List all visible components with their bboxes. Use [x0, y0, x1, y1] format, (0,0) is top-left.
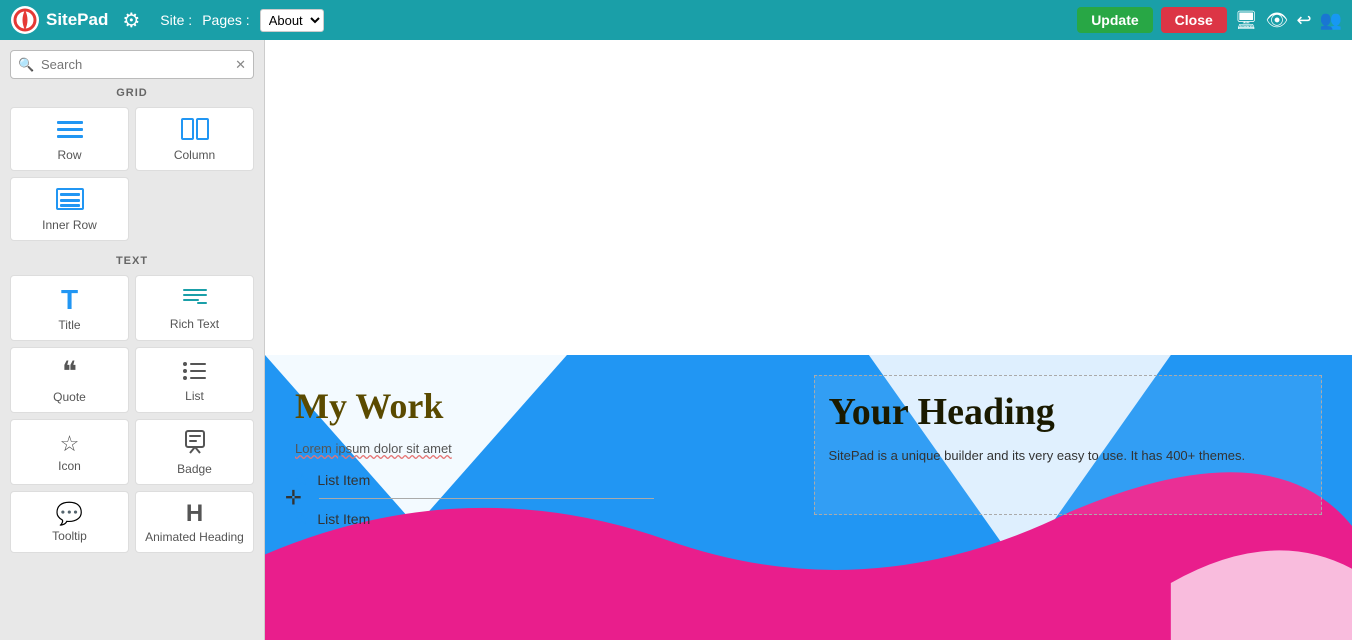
widget-icon-item[interactable]: ☆ Icon — [10, 419, 129, 485]
gear-icon[interactable]: ⚙ — [122, 8, 140, 33]
widget-list[interactable]: List — [135, 347, 254, 413]
search-input[interactable] — [10, 50, 254, 79]
your-heading: Your Heading — [829, 390, 1308, 434]
topbar-actions: Update Close 🖥 👁 ↩ 👥 — [1077, 7, 1342, 33]
widget-title[interactable]: T Title — [10, 275, 129, 341]
widget-column[interactable]: Column — [135, 107, 254, 171]
rich-text-icon — [182, 287, 208, 313]
title-label: Title — [58, 318, 80, 332]
left-column: My Work Lorem ipsum dolor sit amet ★ Lis… — [295, 375, 774, 537]
animated-heading-icon: H — [186, 502, 203, 526]
list-divider — [319, 498, 654, 499]
text-section-label: TEXT — [0, 255, 264, 267]
site-label: Site : — [160, 12, 192, 28]
quote-label: Quote — [53, 390, 86, 404]
grid-section-label: GRID — [0, 87, 264, 99]
canvas-content: My Work Lorem ipsum dolor sit amet ★ Lis… — [265, 355, 1352, 640]
list-label: List — [185, 389, 204, 403]
logo-icon — [10, 5, 40, 35]
search-container: 🔍 ✕ — [10, 50, 254, 79]
canvas-preview: ✛ My Work Lorem ipsum dolor sit amet ★ L… — [265, 355, 1352, 640]
rich-text-label: Rich Text — [170, 317, 219, 331]
pages-label: Pages : — [202, 12, 249, 28]
title-icon: T — [61, 286, 78, 314]
inner-row-label: Inner Row — [42, 218, 97, 232]
inner-row-icon — [56, 188, 84, 214]
pages-select[interactable]: About — [260, 9, 324, 32]
list-item-2-text: List Item — [317, 511, 370, 527]
right-column[interactable]: Your Heading SitePad is a unique builder… — [814, 375, 1323, 515]
widget-inner-row[interactable]: Inner Row — [10, 177, 129, 241]
icon-widget-icon: ☆ — [60, 433, 80, 455]
widget-quote[interactable]: ❝ Quote — [10, 347, 129, 413]
your-heading-text: SitePad is a unique builder and its very… — [829, 446, 1308, 466]
grid-widget-grid: Row Column — [0, 103, 264, 249]
star-icon-2: ★ — [295, 509, 309, 529]
badge-label: Badge — [177, 462, 212, 476]
logo-text: SitePad — [46, 10, 108, 30]
list-item-2: ★ List Item — [295, 509, 774, 529]
topbar: SitePad ⚙ Site : Pages : About Update Cl… — [0, 0, 1352, 40]
search-icon: 🔍 — [18, 57, 34, 73]
users-icon[interactable]: 👥 — [1320, 10, 1342, 31]
widget-tooltip[interactable]: 💬 Tooltip — [10, 491, 129, 553]
widget-rich-text[interactable]: Rich Text — [135, 275, 254, 341]
badge-icon — [184, 430, 206, 458]
row-label: Row — [57, 148, 81, 162]
tooltip-label: Tooltip — [52, 529, 87, 543]
quote-icon: ❝ — [62, 358, 77, 386]
clear-icon[interactable]: ✕ — [235, 57, 246, 73]
logo-area: SitePad — [10, 5, 108, 35]
list-item-1-text: List Item — [317, 472, 370, 488]
close-button[interactable]: Close — [1161, 7, 1227, 33]
eye-icon[interactable]: 👁 — [1266, 10, 1289, 31]
list-item-1: ★ List Item — [295, 470, 774, 490]
sidebar: 🔍 ✕ GRID Row — [0, 40, 265, 640]
lorem-text: Lorem ipsum dolor sit amet — [295, 441, 774, 456]
widget-animated-heading[interactable]: H Animated Heading — [135, 491, 254, 553]
widget-row[interactable]: Row — [10, 107, 129, 171]
list-icon — [182, 359, 208, 385]
column-label: Column — [174, 148, 215, 162]
monitor-icon[interactable]: 🖥 — [1235, 10, 1258, 31]
drag-cursor-icon: ✛ — [285, 485, 302, 510]
canvas-area: ✛ My Work Lorem ipsum dolor sit amet ★ L… — [265, 40, 1352, 640]
animated-heading-label: Animated Heading — [145, 530, 244, 544]
undo-icon[interactable]: ↩ — [1296, 10, 1311, 31]
row-icon — [56, 118, 84, 144]
main-layout: 🔍 ✕ GRID Row — [0, 40, 1352, 640]
column-icon — [181, 118, 209, 144]
tooltip-icon: 💬 — [56, 503, 83, 525]
text-widget-grid: T Title Rich Text ❝ Quote — [0, 271, 264, 561]
widget-badge[interactable]: Badge — [135, 419, 254, 485]
icon-label: Icon — [58, 459, 81, 473]
canvas-top — [265, 40, 1352, 355]
update-button[interactable]: Update — [1077, 7, 1152, 33]
my-work-heading: My Work — [295, 385, 774, 427]
